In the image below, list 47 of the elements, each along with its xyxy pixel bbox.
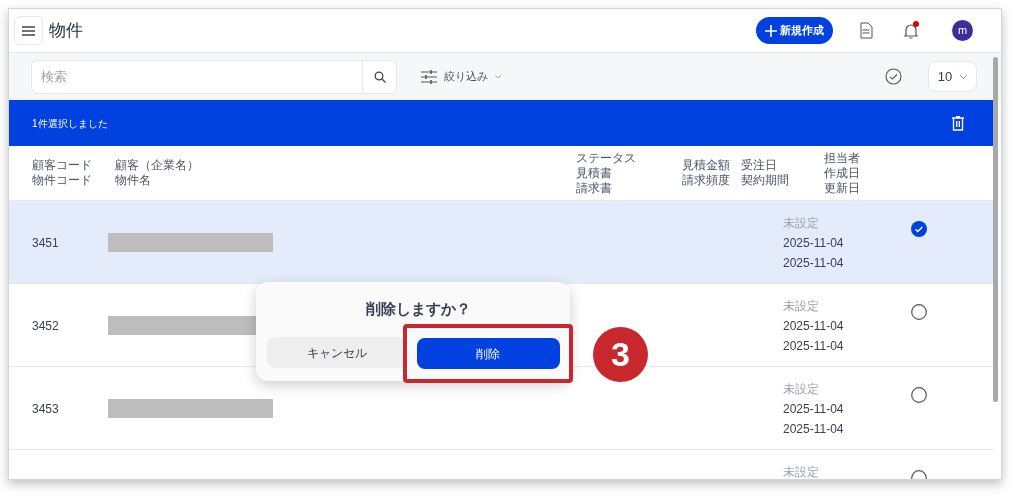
table-cell-text: 2025-11-04 (783, 318, 845, 335)
notification-button[interactable] (903, 21, 919, 40)
sliders-icon (421, 69, 437, 84)
table-cell: 3451 (32, 236, 59, 250)
table-cell-text: 未設定 (783, 215, 820, 232)
column-header: 顧客（企業名） 物件名 (115, 158, 200, 188)
filter-button[interactable]: 絞り込み (421, 68, 501, 85)
search-button[interactable] (363, 59, 397, 94)
csv-file-icon[interactable] (859, 22, 873, 39)
table-cell-text: 2025-11-04 (783, 401, 845, 418)
row-checkbox[interactable] (911, 304, 927, 320)
plus-icon (765, 24, 777, 37)
table-cell-text: 未設定 (783, 464, 820, 479)
column-header: ステータス 見積書 請求書 (576, 150, 637, 196)
table-cell-text: 2025-11-04 (783, 338, 845, 355)
page-size-select[interactable]: 10 (928, 61, 977, 92)
search-field[interactable]: 検索 (31, 59, 363, 94)
table-cell: 3453 (32, 402, 59, 416)
column-header: 担当者 作成日 更新日 (824, 150, 861, 196)
user-avatar[interactable]: m (952, 20, 973, 41)
selection-count: 1件選択しました (32, 116, 108, 131)
scrollbar[interactable] (993, 57, 998, 402)
bell-icon (903, 21, 919, 40)
row-checkbox[interactable] (911, 387, 927, 403)
table-cell-text: 2025-11-04 (783, 235, 845, 252)
table-row[interactable]: 3451 未設定 2025-11-04 2025-11-04 (9, 201, 994, 284)
row-checkbox[interactable] (911, 221, 927, 237)
table-cell-text: 未設定 (783, 381, 820, 398)
new-button[interactable]: 新規作成 (756, 17, 833, 44)
menu-button[interactable] (14, 16, 43, 45)
column-header: 受注日 契約期間 (741, 158, 790, 188)
dialog-title: 削除しますか？ (365, 299, 471, 320)
trash-icon[interactable] (952, 115, 964, 131)
table-cell-text: 2025-11-04 (783, 255, 845, 272)
chevron-down-icon (495, 74, 501, 79)
table-cell-text: 未設定 (783, 298, 820, 315)
column-header: 見積金額 請求頻度 (682, 158, 731, 188)
page-title: 物件 (49, 19, 83, 42)
delete-button[interactable]: 削除 (416, 338, 560, 369)
check-circle-icon[interactable] (885, 68, 902, 85)
table-cell-text: 2025-11-04 (783, 421, 845, 438)
table-row[interactable]: 3453 未設定 2025-11-04 2025-11-04 (9, 367, 994, 450)
column-header: 顧客コード 物件コード (32, 158, 93, 188)
chevron-down-icon (960, 74, 968, 79)
search-icon (373, 70, 386, 83)
table-cell: 3452 (32, 319, 59, 333)
menu-icon (22, 25, 35, 36)
